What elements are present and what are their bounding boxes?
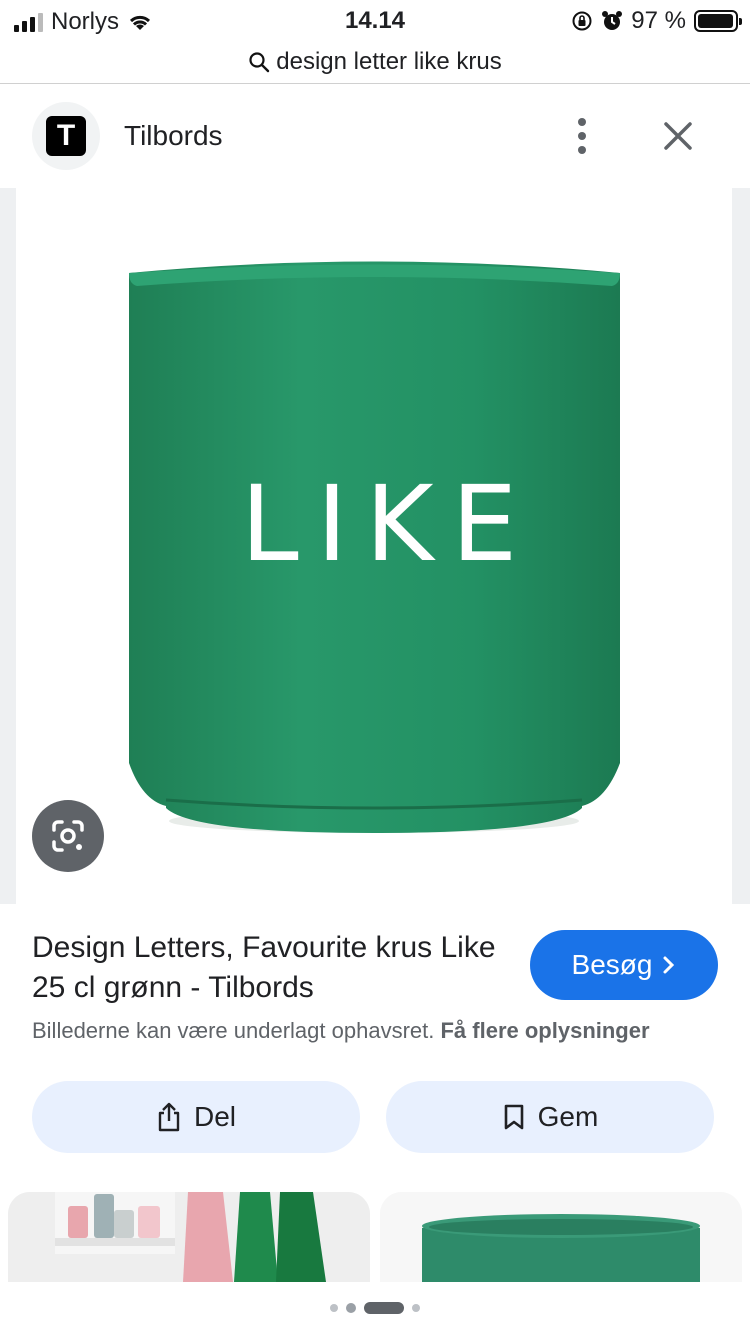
pagination-dot <box>364 1302 404 1314</box>
share-button[interactable]: Del <box>32 1081 360 1153</box>
url-bar[interactable]: design letter like krus <box>0 40 750 84</box>
alarm-icon <box>602 11 623 30</box>
site-logo[interactable]: T <box>32 102 100 170</box>
mug-text: LIKE <box>241 463 536 585</box>
pagination-dot <box>346 1303 356 1313</box>
battery-percent: 97 % <box>631 7 686 34</box>
visit-label: Besøg <box>571 949 653 980</box>
google-lens-icon[interactable] <box>32 800 104 872</box>
search-query: design letter like krus <box>276 47 502 75</box>
chevron-right-icon <box>663 956 675 974</box>
site-logo-letter: T <box>46 116 86 156</box>
status-right: 97 % <box>571 7 742 35</box>
result-header: T Tilbords <box>0 100 750 172</box>
share-icon <box>158 1102 180 1132</box>
copyright-notice: Billederne kan være underlagt ophavsret.… <box>32 1018 650 1044</box>
battery-icon <box>694 10 742 32</box>
orientation-lock-icon <box>572 11 592 31</box>
product-image: LIKE <box>16 188 732 904</box>
more-options-button[interactable] <box>564 114 600 158</box>
share-label: Del <box>193 1101 236 1132</box>
close-icon[interactable] <box>656 114 700 158</box>
save-label: Gem <box>537 1101 599 1132</box>
search-icon <box>249 51 270 72</box>
mug-illustration: LIKE <box>129 261 620 833</box>
save-button[interactable]: Gem <box>386 1081 714 1153</box>
visit-button[interactable]: Besøg <box>530 930 718 1000</box>
related-image-2[interactable] <box>380 1192 742 1282</box>
more-info-link[interactable]: Få flere oplysninger <box>440 1018 649 1043</box>
copyright-text: Billederne kan være underlagt ophavsret. <box>32 1018 435 1043</box>
bookmark-icon <box>504 1104 523 1130</box>
image-viewer[interactable]: LIKE <box>0 188 750 904</box>
related-image-1-graphic <box>8 1192 370 1282</box>
pagination-dot <box>412 1304 420 1312</box>
result-title[interactable]: Design Letters, Favourite krus Like 25 c… <box>32 928 512 1008</box>
site-name[interactable]: Tilbords <box>124 120 223 152</box>
related-image-1[interactable] <box>8 1192 370 1282</box>
pagination-dot <box>330 1304 338 1312</box>
status-bar: Norlys 14.14 97 % <box>0 0 750 42</box>
related-image-2-graphic <box>380 1192 742 1282</box>
pagination-dots <box>0 1282 750 1334</box>
